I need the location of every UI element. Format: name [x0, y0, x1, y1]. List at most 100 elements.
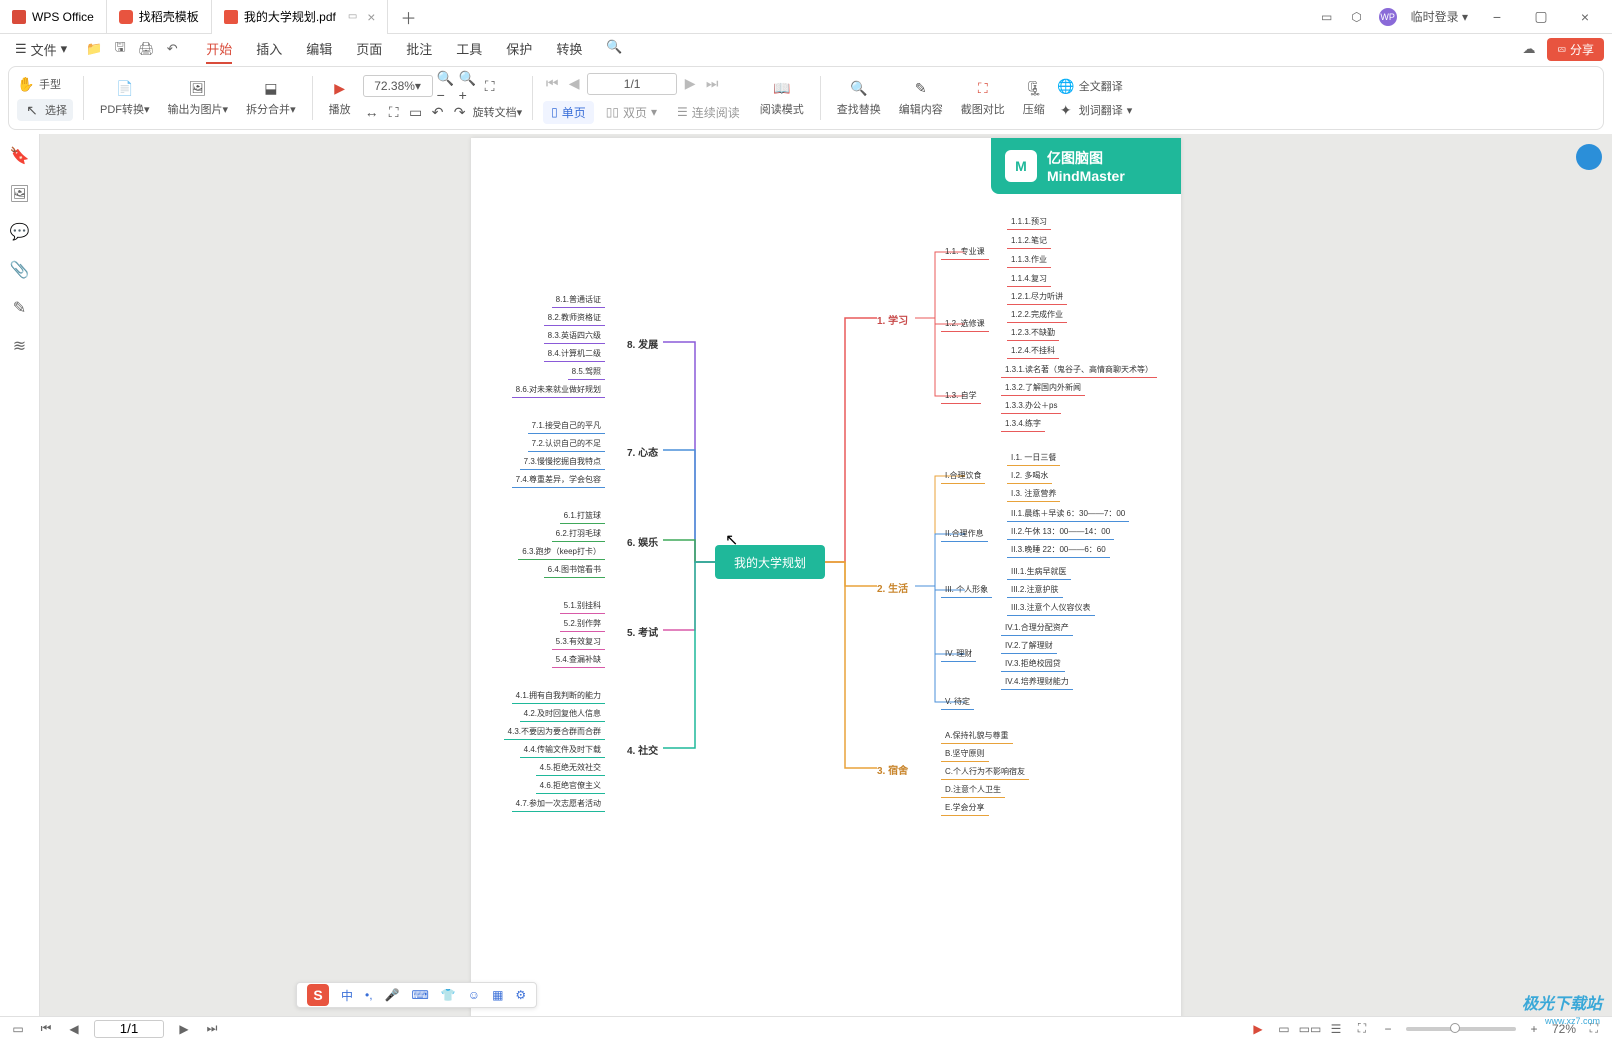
close-icon[interactable]: × — [367, 9, 375, 25]
leaf: 4.1.拥有自我判断的能力 — [516, 690, 601, 702]
file-menu[interactable]: ☰ 文件 ▾ — [8, 37, 74, 62]
ime-mic-icon[interactable]: 🎤 — [385, 988, 400, 1002]
compress-button[interactable]: 🗜压缩 — [1017, 79, 1051, 117]
fit-width-icon[interactable]: ↔ — [363, 103, 381, 121]
cloud-icon[interactable]: ☁ — [1521, 41, 1537, 57]
rotate-right-icon[interactable]: ↷ — [451, 103, 469, 121]
leaf: III.3.注意个人仪容仪表 — [1011, 602, 1091, 614]
close-button[interactable]: × — [1570, 9, 1600, 25]
tab-edit[interactable]: 编辑 — [306, 35, 332, 64]
share-button[interactable]: ⮹ 分享 — [1547, 38, 1604, 61]
next-page-icon[interactable]: ▶ — [176, 1021, 192, 1037]
ime-lang[interactable]: 中 — [341, 987, 353, 1004]
save-icon[interactable]: 🖫 — [112, 41, 128, 57]
tab-search[interactable]: 🔍 — [606, 35, 622, 64]
login-button[interactable]: 临时登录 ▾ — [1411, 8, 1468, 25]
maximize-button[interactable]: ▢ — [1526, 8, 1556, 25]
first-page-icon[interactable]: ⏮ — [543, 75, 561, 93]
leaf: 8.4.计算机二级 — [548, 348, 601, 360]
open-icon[interactable]: 📁 — [86, 41, 102, 57]
tab-wps[interactable]: WPS Office — [0, 0, 107, 34]
tab-tools[interactable]: 工具 — [456, 35, 482, 64]
read-mode-button[interactable]: 📖阅读模式 — [754, 79, 810, 117]
page-input[interactable]: 1/1 — [587, 73, 677, 95]
layers-icon[interactable]: ≋ — [12, 338, 28, 354]
ime-bar[interactable]: S 中 •, 🎤 ⌨ 👕 ☺ ▦ ⚙ — [296, 982, 537, 1008]
single-page-button[interactable]: ▯ 单页 — [543, 101, 594, 124]
find-replace-button[interactable]: 🔍查找替换 — [831, 79, 887, 117]
rotate-left-icon[interactable]: ↶ — [429, 103, 447, 121]
double-view-icon[interactable]: ▭▭ — [1302, 1021, 1318, 1037]
crop-compare-button[interactable]: ⛶截图对比 — [955, 79, 1011, 117]
ime-emoji-icon[interactable]: ☺ — [468, 988, 480, 1002]
tab-protect[interactable]: 保护 — [506, 35, 532, 64]
print-icon[interactable]: 🖨 — [138, 41, 154, 57]
select-tool[interactable]: ↖选择 — [17, 99, 73, 121]
view-mode-icon[interactable]: ▶ — [1250, 1021, 1266, 1037]
double-page-button[interactable]: ▯▯ 双页▾ — [598, 101, 665, 124]
screenshot-icon[interactable]: ⛶ — [481, 77, 499, 95]
layout-icon[interactable]: ▭ — [1319, 9, 1335, 25]
word-translate-button[interactable]: ✦划词翻译▾ — [1057, 101, 1133, 119]
tab-insert[interactable]: 插入 — [256, 35, 282, 64]
signature-icon[interactable]: ✎ — [12, 300, 28, 316]
prev-page-icon[interactable]: ◀ — [565, 75, 583, 93]
comment-icon[interactable]: 💬 — [12, 224, 28, 240]
bookmark-icon[interactable]: 🔖 — [12, 148, 28, 164]
cube-icon[interactable]: ⬡ — [1349, 9, 1365, 25]
avatar[interactable]: WP — [1379, 8, 1397, 26]
first-page-icon[interactable]: ⏮ — [38, 1021, 54, 1037]
page-input-status[interactable] — [94, 1020, 164, 1038]
ime-punct-icon[interactable]: •, — [365, 988, 373, 1002]
export-image-button[interactable]: 🖼输出为图片▾ — [162, 79, 235, 117]
split-merge-button[interactable]: ⬓拆分合并▾ — [240, 79, 302, 117]
zoom-out-status-icon[interactable]: − — [1380, 1021, 1396, 1037]
single-view-icon[interactable]: ▭ — [1276, 1021, 1292, 1037]
crop-icon[interactable]: ⛶ — [385, 103, 403, 121]
tab-start[interactable]: 开始 — [206, 35, 232, 64]
canvas[interactable]: M 亿图脑图MindMaster — [40, 134, 1612, 1016]
ime-shirt-icon[interactable]: 👕 — [441, 988, 456, 1002]
thumbnail-icon[interactable]: 🖼 — [12, 186, 28, 202]
zoom-in-icon[interactable]: 🔍+ — [459, 77, 477, 95]
sub-study-2: 1.2. 选修课 — [945, 318, 985, 330]
rotate-doc-button[interactable]: 旋转文档▾ — [473, 104, 523, 120]
leaf: 4.5.拒绝无效社交 — [540, 762, 601, 774]
undo-icon[interactable]: ↶ — [164, 41, 180, 57]
last-page-icon[interactable]: ⏭ — [703, 75, 721, 93]
minimize-button[interactable]: − — [1482, 9, 1512, 25]
play-button[interactable]: ▶播放 — [323, 79, 357, 117]
leaf: 7.4.尊重差异，学会包容 — [516, 474, 601, 486]
fit-icon[interactable]: ⛶ — [1354, 1021, 1370, 1037]
tab-template[interactable]: 找稻壳模板 — [107, 0, 212, 34]
add-tab-button[interactable]: ＋ — [388, 5, 428, 29]
continuous-button[interactable]: ☰ 连续阅读 — [669, 101, 748, 124]
continuous-view-icon[interactable]: ☰ — [1328, 1021, 1344, 1037]
pdf-convert-button[interactable]: 📄PDF转换▾ — [94, 79, 156, 117]
edit-content-button[interactable]: ✎编辑内容 — [893, 79, 949, 117]
ime-settings-icon[interactable]: ⚙ — [515, 988, 526, 1002]
ime-keyboard-icon[interactable]: ⌨ — [412, 988, 429, 1002]
leaf: 1.2.2.完成作业 — [1011, 309, 1063, 321]
zoom-slider[interactable] — [1406, 1027, 1516, 1031]
attachment-icon[interactable]: 📎 — [12, 262, 28, 278]
next-page-icon[interactable]: ▶ — [681, 75, 699, 93]
tab-annotate[interactable]: 批注 — [406, 35, 432, 64]
hand-tool[interactable]: ✋手型 — [17, 75, 73, 93]
assistant-icon[interactable] — [1576, 144, 1602, 170]
last-page-icon[interactable]: ⏭ — [204, 1021, 220, 1037]
tab-document[interactable]: 我的大学规划.pdf▭× — [212, 0, 389, 34]
main-area: 🔖 🖼 💬 📎 ✎ ≋ M 亿图脑图MindMaster — [0, 134, 1612, 1016]
zoom-in-status-icon[interactable]: + — [1526, 1021, 1542, 1037]
zoom-input[interactable]: 72.38% ▾ — [363, 75, 433, 97]
ime-grid-icon[interactable]: ▦ — [492, 988, 503, 1002]
prev-page-icon[interactable]: ◀ — [66, 1021, 82, 1037]
zoom-out-icon[interactable]: 🔍− — [437, 77, 455, 95]
tab-convert[interactable]: 转换 — [556, 35, 582, 64]
tab-page[interactable]: 页面 — [356, 35, 382, 64]
fit-page-icon[interactable]: ▭ — [407, 103, 425, 121]
sidebar-toggle-icon[interactable]: ▭ — [10, 1021, 26, 1037]
leaf: 8.5.驾照 — [572, 366, 601, 378]
full-translate-button[interactable]: 🌐全文翻译 — [1057, 77, 1133, 95]
tab-menu-icon[interactable]: ▭ — [348, 11, 357, 22]
